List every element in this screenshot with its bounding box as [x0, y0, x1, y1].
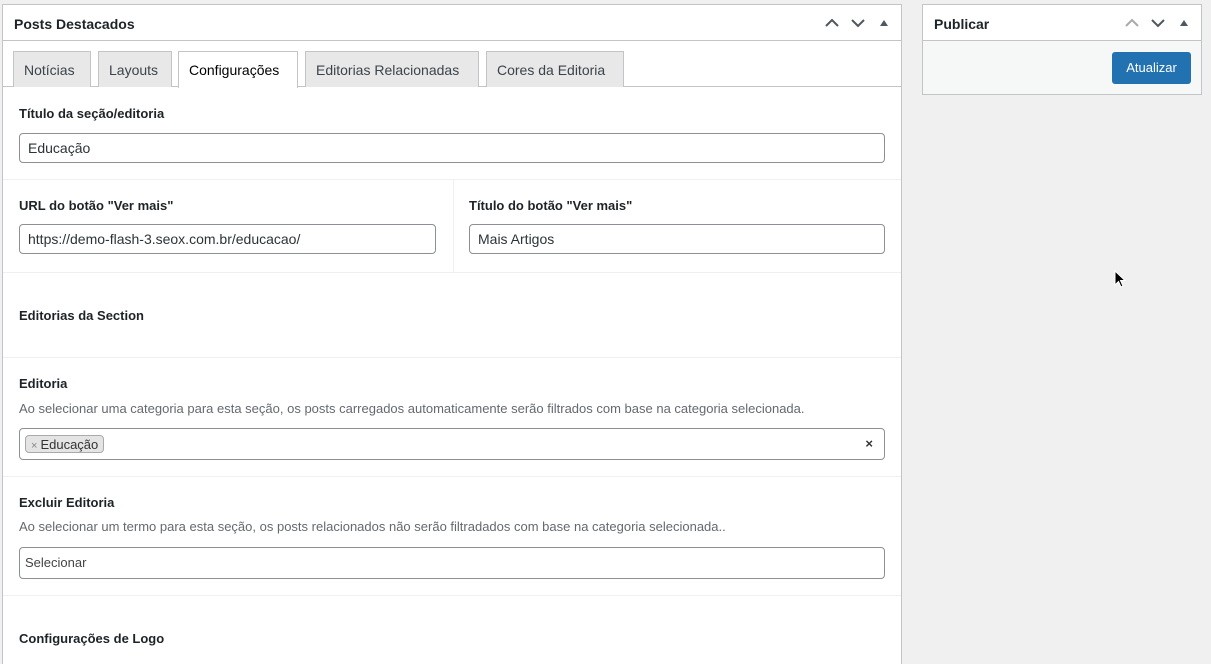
more-title-input[interactable] — [469, 224, 885, 254]
remove-term-icon[interactable]: × — [31, 440, 37, 452]
excluir-editoria-label: Excluir Editoria — [19, 495, 115, 510]
move-up-icon[interactable] — [823, 14, 841, 32]
publish-metabox: Publicar Atualizar — [922, 4, 1202, 95]
move-up-icon[interactable] — [1123, 14, 1141, 32]
tab-cores-da-editoria[interactable]: Cores da Editoria — [486, 51, 624, 87]
excluir-editoria-select[interactable]: Selecionar — [19, 547, 885, 579]
toggle-panel-icon[interactable] — [1175, 14, 1193, 32]
selected-term-label: Educação — [40, 437, 99, 452]
update-button[interactable]: Atualizar — [1112, 52, 1191, 84]
metabox-title: Publicar — [934, 16, 990, 32]
editoria-select[interactable]: × Educação × — [19, 428, 885, 460]
posts-destacados-metabox: Posts Destacados Notícias Layouts Config… — [2, 4, 902, 664]
tab-layouts[interactable]: Layouts — [98, 51, 172, 87]
logo-settings-heading: Configurações de Logo — [19, 631, 165, 646]
mouse-cursor-icon — [1114, 270, 1127, 288]
move-down-icon[interactable] — [849, 14, 867, 32]
more-url-input[interactable] — [19, 224, 436, 254]
clear-selection-icon[interactable]: × — [865, 436, 873, 451]
divider — [3, 476, 901, 477]
divider — [3, 357, 901, 358]
metabox-header: Publicar — [923, 5, 1201, 41]
editoria-description: Ao selecionar uma categoria para esta se… — [19, 401, 805, 416]
excluir-editoria-description: Ao selecionar um termo para esta seção, … — [19, 519, 726, 534]
toggle-panel-icon[interactable] — [875, 14, 893, 32]
move-down-icon[interactable] — [1149, 14, 1167, 32]
tabs-bar: Notícias Layouts Configurações Editorias… — [3, 41, 901, 88]
more-url-label: URL do botão "Ver mais" — [19, 198, 174, 213]
editoria-label: Editoria — [19, 376, 68, 391]
column-divider — [453, 180, 454, 272]
metabox-title: Posts Destacados — [14, 16, 135, 32]
tab-configuracoes[interactable]: Configurações — [178, 51, 298, 88]
selected-term-chip: × Educação — [25, 435, 105, 453]
section-title-input[interactable] — [19, 133, 885, 163]
tab-editorias-relacionadas[interactable]: Editorias Relacionadas — [305, 51, 479, 87]
editorias-section-heading: Editorias da Section — [19, 308, 144, 323]
divider — [3, 595, 901, 596]
section-title-label: Título da seção/editoria — [19, 106, 165, 121]
divider — [3, 272, 901, 273]
metabox-header: Posts Destacados — [3, 5, 901, 41]
divider — [3, 179, 901, 180]
tab-noticias[interactable]: Notícias — [13, 51, 91, 87]
more-title-label: Título do botão "Ver mais" — [469, 198, 633, 213]
